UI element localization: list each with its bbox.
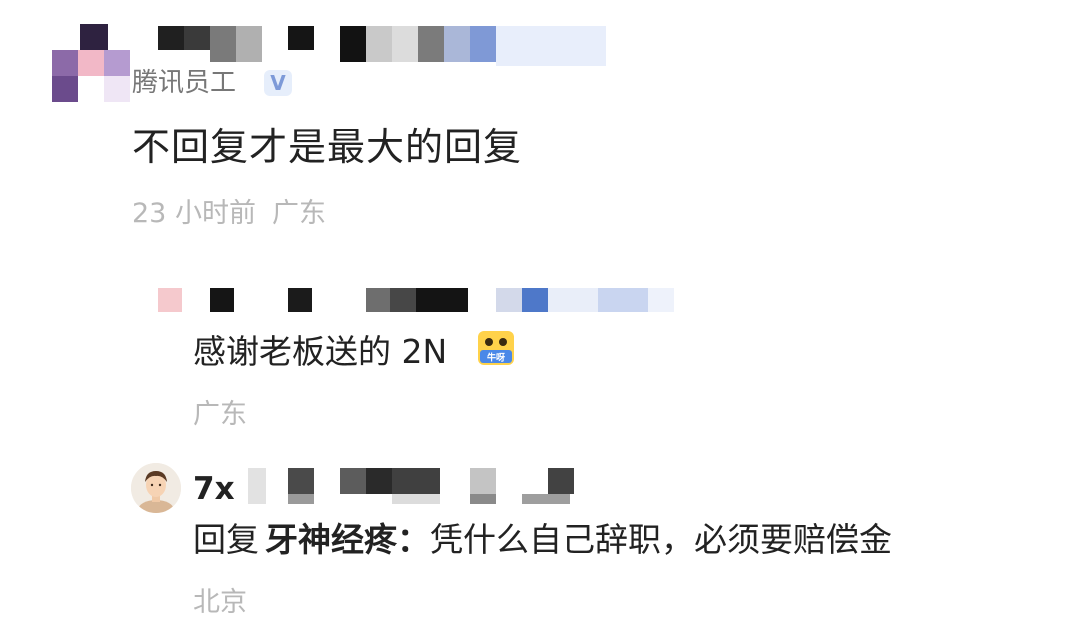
reply-location: 北京 (193, 587, 247, 618)
comment-avatar-redacted[interactable] (52, 24, 132, 104)
reply-author-visible: 7x (193, 471, 235, 507)
reply-prefix: 回复 (193, 520, 259, 559)
niu-ya-emoji-icon: 牛呀 (477, 330, 515, 366)
comment-location: 广东 (271, 198, 326, 229)
reply-text: 感谢老板送的 2N (193, 332, 448, 371)
reply-author-redacted[interactable] (240, 468, 580, 504)
avatar-icon[interactable] (131, 463, 181, 513)
reply-text: 凭什么自己辞职，必须要赔偿金 (430, 520, 892, 559)
reply-location: 广东 (193, 399, 247, 430)
comment-text: 不回复才是最大的回复 (132, 125, 523, 169)
reply-author-redacted[interactable] (158, 288, 678, 314)
comment-time: 23 小时前 (132, 198, 256, 229)
author-tag: 腾讯员工 (132, 68, 237, 98)
verified-badge-icon: V (264, 70, 292, 96)
comment-author-redacted[interactable] (158, 26, 608, 66)
reply-author-name[interactable]: 7x (193, 470, 235, 508)
reply-target[interactable]: 牙神经疼： (265, 520, 430, 559)
svg-text:牛呀: 牛呀 (487, 352, 505, 364)
reply-content: 回复 牙神经疼：凭什么自己辞职，必须要赔偿金 (193, 518, 892, 562)
comment-meta: 23 小时前 广东 (132, 196, 326, 232)
